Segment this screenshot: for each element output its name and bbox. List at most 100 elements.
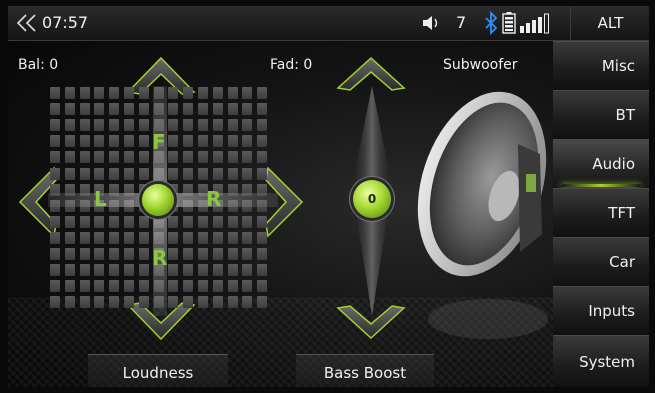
grid-cell [94,280,105,293]
grid-cell [242,231,253,244]
grid-cell [198,87,208,99]
sidebar-item-inputs[interactable]: Inputs [553,286,649,335]
grid-cell [79,151,90,164]
grid-cell [257,135,268,148]
grid-cell [109,151,120,164]
grid-cell [138,87,149,99]
grid-cell [183,151,194,164]
grid-cell [138,151,149,164]
grid-cell [212,264,223,277]
sidebar-item-audio[interactable]: Audio [553,139,649,188]
grid-cell [183,119,194,132]
grid-cell [212,280,223,293]
grid-cell [183,248,194,260]
grid-cell [242,215,253,228]
grid-cell [79,135,90,148]
grid-cell [242,280,253,293]
loudness-button[interactable]: Loudness [88,354,228,387]
grid-cell [257,280,268,293]
sidebar-item-bt[interactable]: BT [553,90,649,139]
settings-sidebar: Misc BT Audio TFT Car Inputs System [553,41,649,387]
sidebar-item-misc[interactable]: Misc [553,41,649,90]
grid-cell [242,248,253,260]
grid-cell [109,103,120,116]
grid-cell [138,103,149,116]
grid-cell [212,151,223,164]
grid-cell [242,119,253,132]
sidebar-item-label: Audio [592,155,635,173]
grid-cell [109,231,120,244]
grid-cell [124,167,134,180]
grid-cell [50,135,60,148]
grid-cell [198,103,208,116]
grid-cell [50,87,60,99]
grid-cell [94,135,105,148]
grid-cell [109,135,120,148]
grid-cell [94,296,105,309]
grid-cell [198,264,208,277]
bass-boost-button[interactable]: Bass Boost [296,354,434,387]
grid-cell [50,151,60,164]
grid-cell [198,280,208,293]
grid-cell [79,215,90,228]
grid-cell [124,280,134,293]
grid-cell [79,231,90,244]
grid-cell [50,231,60,244]
grid-cell [138,215,149,228]
grid-cell [64,87,75,99]
audio-settings-screen: 07:57 7 ALT Bal: 0 Fad: 0 Subwoofer F L … [8,6,649,387]
fader-up-arrow[interactable] [336,56,406,92]
grid-cell [94,231,105,244]
grid-cell [198,231,208,244]
grid-cell [79,280,90,293]
grid-cell [212,248,223,260]
pad-rear-label: R [152,246,168,270]
grid-cell [227,135,238,148]
grid-cell [79,264,90,277]
grid-cell [227,248,238,260]
grid-cell [94,119,105,132]
sidebar-item-car[interactable]: Car [553,237,649,286]
grid-cell [109,119,120,132]
sidebar-item-label: Inputs [588,302,635,320]
grid-cell [64,231,75,244]
grid-cell [183,231,194,244]
sidebar-item-label: TFT [608,204,635,222]
pad-front-label: F [152,130,166,154]
grid-cell [50,103,60,116]
grid-cell [138,280,149,293]
grid-cell [109,167,120,180]
grid-cell [64,135,75,148]
grid-cell [227,151,238,164]
grid-cell [227,119,238,132]
grid-cell [94,215,105,228]
pad-left-label: L [94,187,107,211]
grid-cell [64,248,75,260]
sidebar-item-label: BT [615,106,635,124]
grid-cell [257,248,268,260]
fader-down-arrow[interactable] [336,304,406,340]
sidebar-item-tft[interactable]: TFT [553,188,649,237]
grid-cell [257,167,268,180]
grid-cell [50,248,60,260]
grid-cell [212,215,223,228]
grid-cell [124,264,134,277]
grid-cell [79,119,90,132]
grid-cell [198,151,208,164]
grid-cell [124,248,134,260]
grid-cell [212,167,223,180]
grid-cell [50,280,60,293]
balance-fader-knob[interactable] [142,184,174,216]
grid-cell [183,167,194,180]
fader-knob[interactable]: 0 [353,180,391,218]
sidebar-item-system[interactable]: System [553,335,649,387]
grid-cell [79,103,90,116]
grid-cell [138,231,149,244]
head-unit-frame: 07:57 7 ALT Bal: 0 Fad: 0 Subwoofer F L … [0,0,655,393]
sidebar-item-label: System [579,352,635,371]
grid-cell [79,87,90,99]
grid-cell [212,231,223,244]
grid-cell [257,87,268,99]
grid-cell [198,135,208,148]
grid-cell [109,280,120,293]
